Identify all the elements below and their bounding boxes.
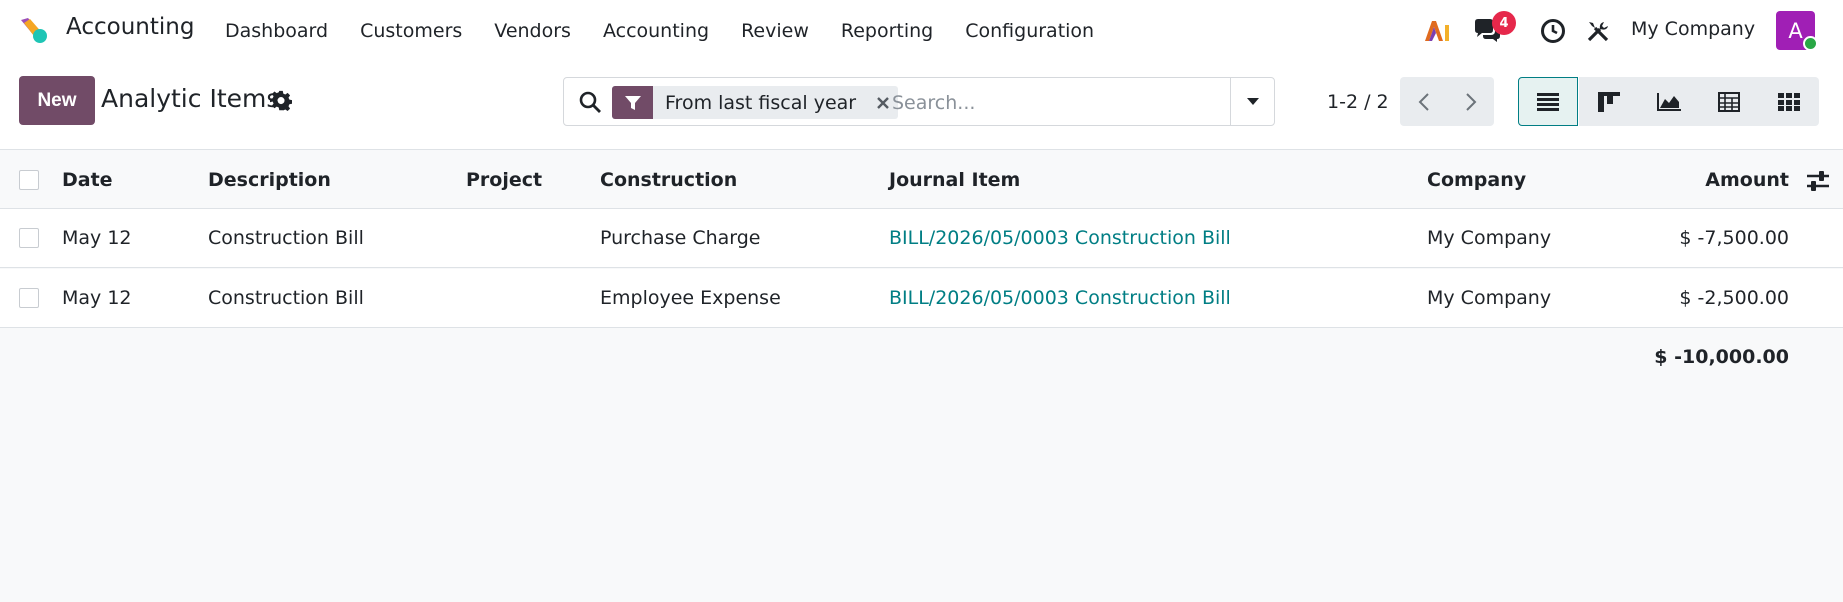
- ai-icon: [1425, 21, 1449, 41]
- list-view-button[interactable]: [1518, 77, 1578, 126]
- cell-journal-item-link[interactable]: BILL/2026/05/0003 Construction Bill: [889, 269, 1231, 327]
- clock-icon: [1541, 19, 1565, 43]
- search-options-toggle[interactable]: [1230, 78, 1274, 125]
- cell-amount: $ -7,500.00: [1679, 227, 1789, 249]
- chevron-right-icon: [1465, 92, 1476, 111]
- top-navbar: Accounting Dashboard Customers Vendors A…: [0, 0, 1843, 62]
- select-all-checkbox[interactable]: [19, 170, 39, 190]
- column-header-company[interactable]: Company: [1427, 151, 1526, 208]
- filter-facet-icon-box: [612, 86, 653, 119]
- grid-view-icon: [1778, 92, 1800, 111]
- new-button[interactable]: New: [19, 76, 95, 125]
- cell-description: Construction Bill: [208, 287, 364, 309]
- cell-amount: $ -2,500.00: [1679, 287, 1789, 309]
- close-icon: [877, 96, 889, 109]
- cell-construction: Employee Expense: [600, 287, 781, 309]
- menu-configuration[interactable]: Configuration: [965, 20, 1094, 42]
- tools-icon: [1587, 22, 1609, 42]
- column-header-journal-item[interactable]: Journal Item: [889, 151, 1020, 208]
- cell-description: Construction Bill: [208, 227, 364, 249]
- search-icon[interactable]: [578, 90, 602, 114]
- cell-company: My Company: [1427, 287, 1552, 309]
- column-header-date[interactable]: Date: [62, 151, 113, 208]
- pager-next-button[interactable]: [1447, 77, 1494, 126]
- pivot-view-icon: [1718, 91, 1740, 112]
- table-row[interactable]: May 12 Construction Bill Employee Expens…: [0, 269, 1843, 328]
- kanban-view-button[interactable]: [1579, 77, 1639, 126]
- pager-value[interactable]: 1-2 / 2: [1327, 91, 1389, 113]
- row-checkbox[interactable]: [19, 228, 39, 248]
- page-title: Analytic Items: [101, 84, 280, 113]
- list-view-icon: [1537, 92, 1559, 111]
- amount-total: $ -10,000.00: [1654, 345, 1789, 368]
- menu-review[interactable]: Review: [741, 20, 809, 42]
- cell-construction: Purchase Charge: [600, 227, 761, 249]
- menu-dashboard[interactable]: Dashboard: [225, 20, 328, 42]
- pivot-view-button[interactable]: [1699, 77, 1759, 126]
- column-settings-icon[interactable]: [1806, 170, 1830, 192]
- messages-badge: 4: [1492, 11, 1516, 35]
- graph-view-button[interactable]: [1639, 77, 1699, 126]
- chevron-left-icon: [1418, 92, 1429, 111]
- column-header-construction[interactable]: Construction: [600, 151, 737, 208]
- column-header-description[interactable]: Description: [208, 151, 331, 208]
- filter-icon: [624, 95, 641, 110]
- cell-date: May 12: [62, 227, 132, 249]
- cell-date: May 12: [62, 287, 132, 309]
- app-name[interactable]: Accounting: [66, 14, 194, 40]
- filter-facet: From last fiscal year: [612, 86, 899, 119]
- app-logo-icon[interactable]: [18, 14, 50, 46]
- column-header-project[interactable]: Project: [466, 151, 542, 208]
- grid-view-button[interactable]: [1759, 77, 1819, 126]
- row-checkbox[interactable]: [19, 288, 39, 308]
- search-input[interactable]: [892, 86, 1222, 119]
- kanban-view-icon: [1598, 91, 1620, 112]
- online-status-indicator: [1803, 36, 1818, 51]
- table-header: Date Description Project Construction Jo…: [0, 151, 1843, 209]
- pager-previous-button[interactable]: [1400, 77, 1447, 126]
- cell-company: My Company: [1427, 227, 1552, 249]
- search-bar: From last fiscal year: [563, 77, 1275, 126]
- ai-button[interactable]: [1422, 0, 1452, 62]
- activity-button[interactable]: [1538, 0, 1568, 62]
- menu-customers[interactable]: Customers: [360, 20, 462, 42]
- menu-reporting[interactable]: Reporting: [841, 20, 933, 42]
- company-switcher[interactable]: My Company: [1631, 18, 1755, 40]
- avatar-initial: A: [1788, 18, 1803, 43]
- menu-vendors[interactable]: Vendors: [494, 20, 571, 42]
- gear-icon[interactable]: [270, 90, 292, 112]
- graph-view-icon: [1657, 92, 1681, 111]
- cell-journal-item-link[interactable]: BILL/2026/05/0003 Construction Bill: [889, 209, 1231, 267]
- main-menu: Dashboard Customers Vendors Accounting R…: [225, 0, 1126, 62]
- filter-facet-label: From last fiscal year: [665, 91, 857, 114]
- tools-button[interactable]: [1583, 0, 1613, 62]
- table-row[interactable]: May 12 Construction Bill Purchase Charge…: [0, 209, 1843, 268]
- caret-down-icon: [1246, 97, 1259, 105]
- control-panel: New Analytic Items From last fiscal year: [0, 62, 1843, 150]
- menu-accounting[interactable]: Accounting: [603, 20, 709, 42]
- column-header-amount[interactable]: Amount: [1600, 151, 1789, 208]
